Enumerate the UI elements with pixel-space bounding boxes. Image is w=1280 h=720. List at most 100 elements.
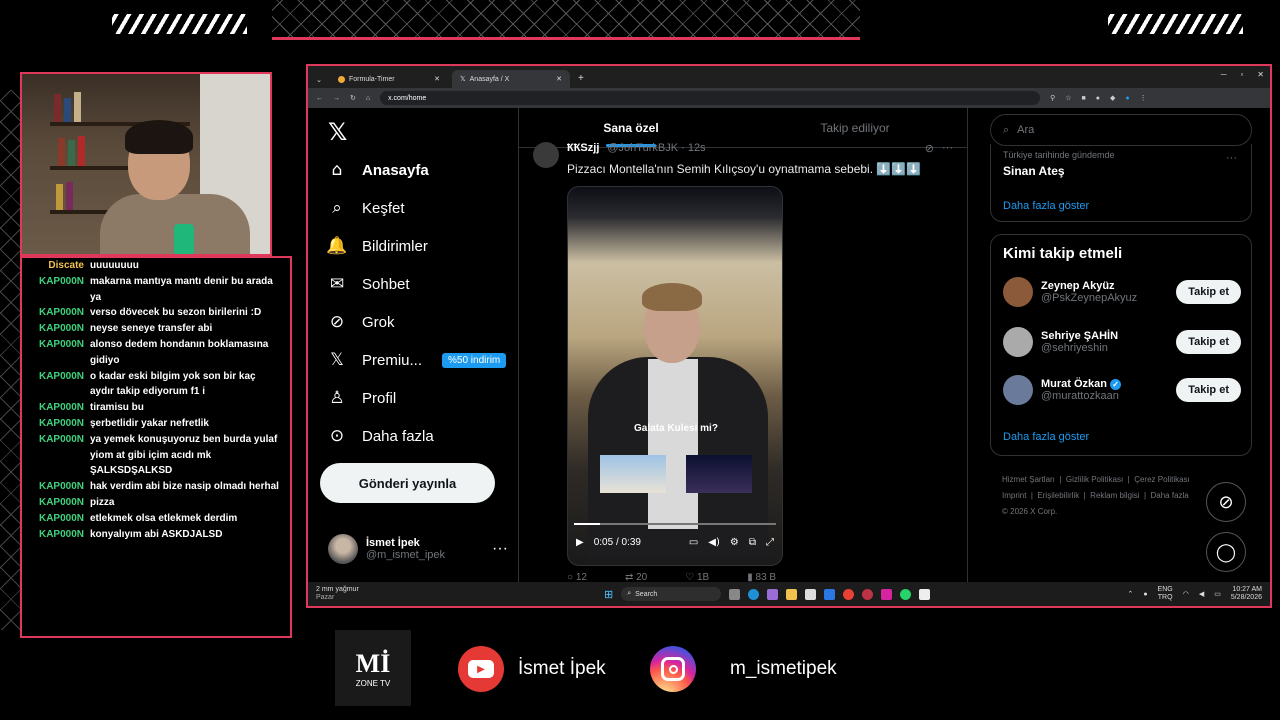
volume-icon[interactable]: ◀ xyxy=(1199,590,1204,598)
fullscreen-icon[interactable]: ⤢ xyxy=(766,537,774,548)
nav-item-search[interactable]: ⌕ Keşfet xyxy=(326,194,404,222)
settings-icon[interactable]: ⚙ xyxy=(730,537,739,548)
post-button[interactable]: Gönderi yayınla xyxy=(320,463,495,503)
book xyxy=(58,138,65,166)
x-premium-icon: 𝕏 xyxy=(330,350,344,370)
more-icon[interactable]: ··· xyxy=(492,540,508,558)
nav-label: Anasayfa xyxy=(362,161,429,179)
show-more-link[interactable]: Daha fazla göster xyxy=(1003,431,1089,443)
home-icon[interactable]: ⌂ xyxy=(366,95,370,102)
play-icon[interactable]: ▶ xyxy=(576,537,584,548)
language-indicator[interactable]: ENG TRQ xyxy=(1158,586,1173,602)
grok-float-icon[interactable]: ⊘ xyxy=(1206,482,1246,522)
nav-item-mail[interactable]: ✉ Sohbet xyxy=(326,270,410,298)
whatsapp-icon[interactable] xyxy=(900,588,912,600)
follow-button[interactable]: Takip et xyxy=(1176,330,1241,354)
mail-icon[interactable] xyxy=(824,588,836,600)
nav-label: Daha fazla xyxy=(362,427,434,445)
captions-icon[interactable]: ▭ xyxy=(689,537,698,548)
close-icon[interactable]: ✕ xyxy=(434,75,440,83)
tweet-video[interactable]: Galata Kulesi mi? ▶ 0:05 / 0:39 ▭ ◀) ⚙ ⧉… xyxy=(567,186,783,566)
nav-item-bell[interactable]: 🔔 Bildirimler xyxy=(326,232,427,260)
user-handle: @PskZeynepAkyuz xyxy=(1041,292,1138,304)
book xyxy=(64,98,71,122)
footer-link[interactable]: Çerez Politikası xyxy=(1134,475,1190,484)
suggested-user[interactable]: Murat Özkan ✓ @murattozkaan Takip et xyxy=(1003,375,1241,405)
footer-link[interactable]: Hizmet Şartları xyxy=(1002,475,1055,484)
tab-x-home[interactable]: 𝕏 Anasayfa / X ✕ xyxy=(452,70,570,88)
user-name-text: Murat Özkan xyxy=(1041,378,1108,390)
url-field[interactable]: x.com/home xyxy=(380,91,1041,105)
footer-link[interactable]: Erişilebilirlik xyxy=(1037,491,1079,500)
who-to-follow-card: Kimi takip etmeli Zeynep Akyüz @PskZeyne… xyxy=(990,234,1252,456)
nav-item-more-circle[interactable]: ⊙ Daha fazla xyxy=(326,422,434,450)
clock[interactable]: 10:27 AM 5/28/2026 xyxy=(1231,586,1262,602)
trend-name[interactable]: Sinan Ateş xyxy=(1003,164,1065,178)
explorer-icon[interactable] xyxy=(786,588,798,600)
mic-icon[interactable]: ● xyxy=(1143,591,1147,598)
follow-button[interactable]: Takip et xyxy=(1176,280,1241,304)
avatar[interactable] xyxy=(533,142,559,168)
extension-icon[interactable]: ● xyxy=(1096,95,1100,102)
volume-icon[interactable]: ◀) xyxy=(708,537,720,548)
taskbar-search[interactable]: ⌕ Search xyxy=(621,587,722,601)
show-more-link[interactable]: Daha fazla göster xyxy=(1003,200,1089,212)
new-tab-button[interactable]: + xyxy=(578,73,584,84)
battery-icon[interactable]: ▭ xyxy=(1214,590,1221,598)
clock-time: 10:27 AM xyxy=(1232,586,1262,593)
x-logo-icon[interactable]: 𝕏 xyxy=(328,118,347,146)
extension-icon[interactable]: ◆ xyxy=(1110,94,1115,102)
extension-icon[interactable]: ⚲ xyxy=(1050,94,1055,102)
footer-link[interactable]: Daha fazla xyxy=(1151,491,1189,500)
follow-button[interactable]: Takip et xyxy=(1176,378,1241,402)
tab-search-button[interactable]: ⌄ xyxy=(312,76,326,84)
app-icon[interactable] xyxy=(862,588,874,600)
copilot-icon[interactable] xyxy=(767,588,779,600)
search-input[interactable]: ⌕ Ara xyxy=(990,114,1252,146)
store-icon[interactable] xyxy=(805,588,817,600)
more-icon[interactable]: ··· xyxy=(942,142,953,168)
close-window-icon[interactable]: ✕ xyxy=(1257,70,1264,79)
windows-start-icon[interactable]: ⊞ xyxy=(604,588,613,601)
video-progress-bar[interactable] xyxy=(574,523,776,525)
home-timeline: Sana özel Takip ediliyor ҞҞSzjj @JohTurk… xyxy=(518,108,968,583)
chat-message: KAP000N pizza xyxy=(34,495,282,511)
chat-float-icon[interactable]: ◯ xyxy=(1206,532,1246,572)
pip-icon[interactable]: ⧉ xyxy=(749,537,756,548)
more-icon[interactable]: ··· xyxy=(1226,152,1237,164)
grok-icon[interactable]: ⊘ xyxy=(925,142,934,168)
suggested-user[interactable]: Zeynep Akyüz @PskZeynepAkyuz Takip et xyxy=(1003,277,1241,307)
star-icon[interactable]: ☆ xyxy=(1065,94,1071,102)
account-switcher[interactable]: İsmet İpek @m_ismet_ipek ··· xyxy=(328,534,508,564)
close-icon[interactable]: ✕ xyxy=(556,75,562,83)
weather-text: 2 mm yağmur xyxy=(316,586,359,593)
video-person-hair xyxy=(642,283,702,311)
edge-icon[interactable] xyxy=(748,588,760,600)
nav-item-person[interactable]: ♙ Profil xyxy=(326,384,396,412)
app-icon[interactable] xyxy=(919,588,931,600)
chrome-icon[interactable] xyxy=(843,588,855,600)
menu-icon[interactable]: ⋮ xyxy=(1140,94,1147,102)
footer-link[interactable]: Reklam bilgisi xyxy=(1090,491,1139,500)
footer-link[interactable]: Gizlilik Politikası xyxy=(1066,475,1123,484)
weather-widget[interactable]: 2 mm yağmur Pazar xyxy=(316,586,359,602)
forward-icon[interactable]: → xyxy=(333,95,340,102)
video-person-shirt xyxy=(648,359,698,529)
nav-item-grok[interactable]: ⊘ Grok xyxy=(326,308,395,336)
favicon xyxy=(338,75,345,83)
footer-link[interactable]: Imprint xyxy=(1002,491,1026,500)
extension-icon[interactable]: ■ xyxy=(1082,95,1086,102)
reload-icon[interactable]: ↻ xyxy=(350,94,356,102)
nav-item-home[interactable]: ⌂ Anasayfa xyxy=(326,156,429,184)
back-icon[interactable]: ← xyxy=(316,95,323,102)
instagram-icon[interactable] xyxy=(881,588,893,600)
chevron-up-icon[interactable]: ⌃ xyxy=(1127,590,1133,598)
nav-item-x-premium[interactable]: 𝕏 Premiu... %50 indirim xyxy=(326,346,507,374)
task-view-icon[interactable] xyxy=(729,588,741,600)
minimize-icon[interactable]: ─ xyxy=(1221,70,1227,79)
profile-icon[interactable]: ● xyxy=(1125,95,1129,102)
tab-formula-timer[interactable]: Formula-Timer ✕ xyxy=(330,70,448,88)
suggested-user[interactable]: Sehriye ŞAHİN @sehriyeshin Takip et xyxy=(1003,327,1241,357)
wifi-icon[interactable]: ◠ xyxy=(1183,590,1189,598)
maximize-icon[interactable]: ▫ xyxy=(1240,70,1243,79)
